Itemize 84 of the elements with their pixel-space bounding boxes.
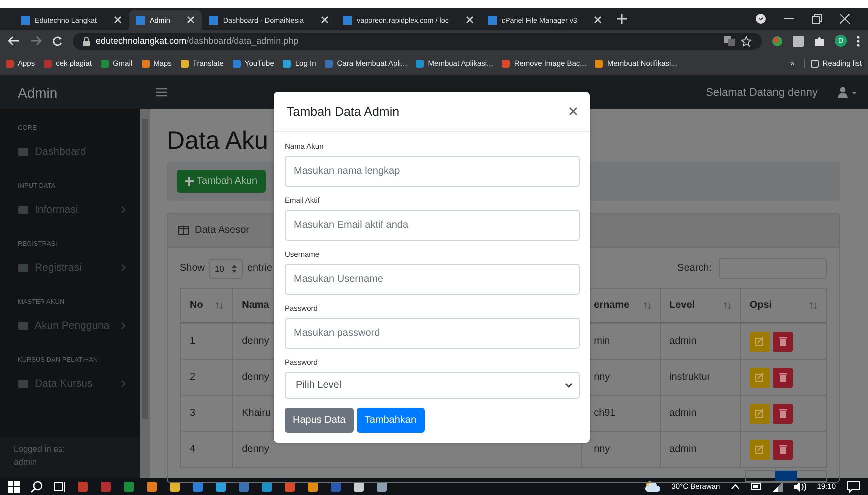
extension-icon[interactable]	[793, 36, 804, 46]
table-cell: instruktur	[660, 360, 740, 395]
taskbar-app-icon[interactable]	[261, 480, 273, 492]
trash-icon	[778, 409, 787, 418]
delete-button[interactable]	[772, 404, 793, 424]
sidebar-item-icon	[18, 205, 29, 215]
show-label: Show	[180, 263, 206, 274]
chevron-down-icon	[565, 383, 573, 388]
more-menu-icon[interactable]	[857, 36, 860, 46]
table-cell: admin	[660, 432, 740, 467]
page-title: Data Aku	[167, 127, 268, 156]
table-cell-text: 2	[189, 371, 197, 385]
cloud-icon	[644, 481, 661, 492]
modal-title: Tambah Data Admin	[287, 104, 400, 118]
plus-icon	[185, 177, 194, 186]
column-header[interactable]: No	[181, 289, 232, 322]
taskbar-app-icon[interactable]	[307, 480, 319, 492]
edit-icon	[755, 337, 764, 346]
delete-button[interactable]	[772, 368, 793, 388]
table-cell-text: 4	[189, 443, 197, 457]
logged-in-label: Logged in as:	[14, 444, 66, 454]
windows-logo-icon[interactable]	[8, 480, 20, 492]
input-field[interactable]: Masukan Username	[285, 264, 580, 295]
trash-icon	[778, 337, 787, 346]
edit-icon	[755, 373, 764, 382]
input-field[interactable]: Masukan Email aktif anda	[285, 210, 580, 241]
scrollbar[interactable]	[140, 109, 150, 478]
speaker-icon[interactable]	[794, 482, 806, 492]
delete-button[interactable]	[772, 332, 793, 352]
taskbar-app-icon[interactable]	[215, 480, 227, 492]
table-cell-text: 1	[189, 335, 197, 349]
edit-icon	[755, 445, 764, 454]
battery-icon[interactable]	[751, 483, 762, 490]
column-header[interactable]: Opsi	[740, 289, 826, 322]
extension-icon[interactable]	[772, 36, 783, 46]
forward-arrow-icon[interactable]	[30, 36, 42, 46]
sidebar-item-icon	[18, 147, 29, 157]
table-cell: admin	[660, 324, 740, 359]
table-icon	[178, 226, 189, 235]
menu-icon[interactable]	[156, 88, 167, 97]
table-cell: admin	[660, 396, 740, 431]
user-menu-icon[interactable]	[838, 87, 858, 98]
pagination[interactable]	[745, 470, 827, 482]
sidebar-item-icon	[18, 263, 29, 273]
task-view-icon[interactable]	[54, 480, 66, 492]
taskbar-app-icon[interactable]	[146, 480, 158, 492]
page-size-select[interactable]: 10	[209, 258, 244, 278]
wifi-icon[interactable]	[773, 482, 784, 492]
logged-in-user: admin	[14, 457, 38, 467]
tab-search-icon[interactable]	[756, 14, 766, 24]
delete-button[interactable]	[772, 440, 793, 460]
taskbar-app-icon[interactable]	[376, 480, 388, 492]
brand-title: Admin	[18, 84, 59, 100]
trash-icon	[778, 373, 787, 382]
edit-icon	[755, 409, 764, 418]
input-field[interactable]: Masukan password	[285, 318, 580, 349]
close-icon[interactable]	[569, 107, 578, 116]
search-icon[interactable]	[31, 480, 43, 492]
back-arrow-icon[interactable]	[8, 36, 20, 46]
sidebar-item-icon	[18, 321, 29, 331]
table-cell-text: 3	[189, 407, 197, 421]
taskbar-app-icon[interactable]	[353, 480, 365, 492]
reload-icon[interactable]	[52, 36, 63, 46]
welcome-text: Selamat Datang denny	[706, 86, 818, 98]
translate-icon[interactable]	[724, 36, 735, 46]
restore-icon[interactable]	[812, 14, 822, 24]
lock-icon	[83, 36, 90, 46]
submit-button[interactable]: Tambahkan	[356, 408, 425, 433]
level-select[interactable]: Pilih Level	[285, 372, 580, 399]
entries-label: entrie	[247, 263, 272, 274]
taskbar-app-icon[interactable]	[169, 480, 181, 492]
address-bar[interactable]: edutechnolangkat.com/dashboard/data_admin.php	[73, 32, 762, 50]
sidebar-item-icon	[18, 379, 29, 389]
star-icon[interactable]	[741, 36, 752, 46]
trash-icon	[778, 445, 787, 454]
add-account-button[interactable]: Tambah Akun	[177, 170, 266, 193]
reset-button[interactable]: Hapus Data	[285, 408, 354, 433]
new-tab-icon[interactable]	[617, 14, 628, 24]
column-header[interactable]: Level	[660, 289, 740, 322]
up-down-arrows-icon	[232, 264, 238, 272]
search-label: Search:	[678, 263, 712, 274]
chevron-up-icon[interactable]	[731, 484, 740, 490]
input-field[interactable]: Masukan nama lengkap	[285, 156, 580, 187]
notification-icon[interactable]	[847, 480, 860, 492]
